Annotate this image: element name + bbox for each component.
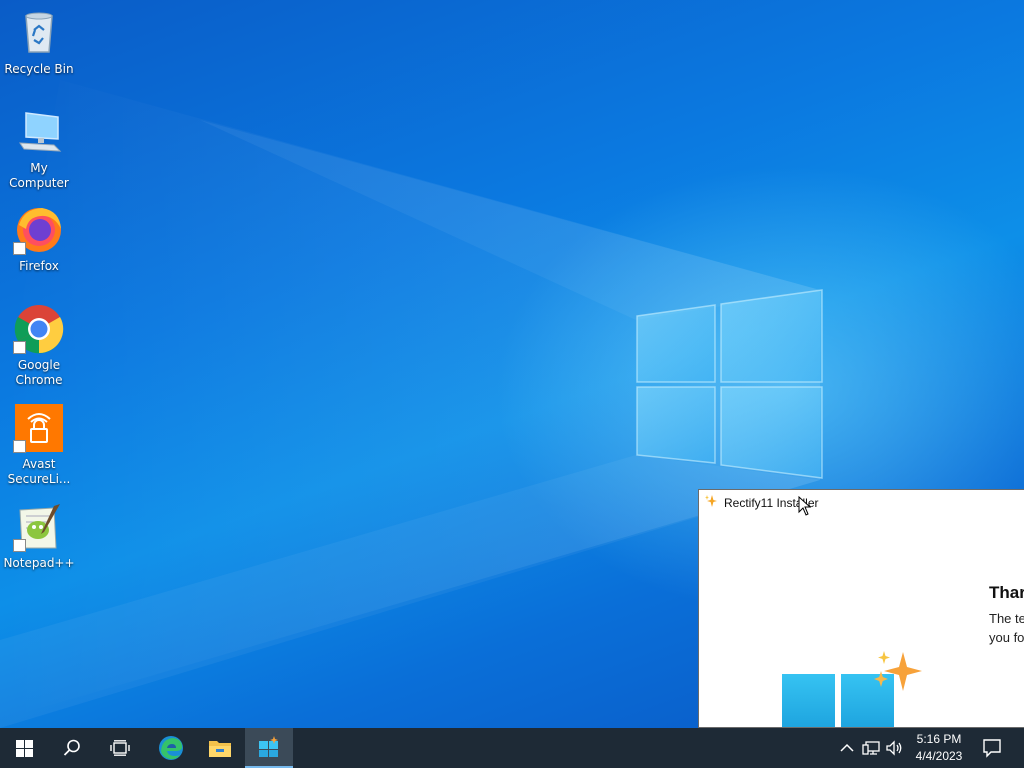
search-button[interactable] — [48, 728, 96, 768]
mouse-cursor-icon — [798, 496, 812, 516]
window-titlebar[interactable]: Rectify11 Installer — [699, 490, 1024, 515]
network-icon — [862, 741, 880, 755]
description-line: The te — [989, 611, 1024, 626]
taskbar-rectify11-installer[interactable] — [245, 728, 293, 768]
network-tray-button[interactable] — [862, 739, 880, 757]
show-hidden-icons-button[interactable] — [838, 739, 856, 757]
notification-icon — [983, 739, 1001, 758]
clock-date: 4/4/2023 — [915, 749, 963, 763]
desktop-icon-label: My Computer — [9, 161, 69, 190]
taskbar: 5:16 PM 4/4/2023 — [0, 728, 1024, 768]
task-view-icon — [110, 740, 130, 756]
desktop-icon-my-computer[interactable]: My Computer — [0, 107, 78, 191]
desktop-icon-label: Notepad++ — [3, 556, 75, 570]
desktop-icon-label: Google Chrome — [15, 358, 63, 387]
desktop-icon-recycle-bin[interactable]: Recycle Bin — [0, 8, 78, 77]
page-heading: Thar — [989, 583, 1024, 602]
clock-time: 5:16 PM — [916, 732, 962, 746]
recycle-bin-icon — [14, 8, 64, 58]
page-description: The te you fo — [989, 609, 1024, 647]
taskbar-clock[interactable]: 5:16 PM 4/4/2023 — [904, 731, 974, 765]
firefox-icon — [13, 205, 64, 255]
notepad-plus-plus-icon — [13, 502, 64, 552]
avast-secureline-icon — [13, 403, 64, 453]
shortcut-arrow-icon — [13, 440, 26, 453]
taskbar-file-explorer[interactable] — [196, 728, 244, 768]
edge-icon — [159, 736, 183, 760]
volume-icon — [886, 740, 902, 756]
start-button[interactable] — [0, 728, 48, 768]
shortcut-arrow-icon — [13, 539, 26, 552]
desktop-icon-label: Recycle Bin — [4, 62, 74, 76]
action-center-button[interactable] — [982, 738, 1002, 758]
shortcut-arrow-icon — [13, 341, 26, 354]
desktop-icon-label: Firefox — [19, 259, 59, 273]
desktop-icon-google-chrome[interactable]: Google Chrome — [0, 304, 78, 388]
volume-tray-button[interactable] — [886, 739, 904, 757]
computer-icon — [14, 107, 64, 157]
chrome-icon — [13, 304, 64, 354]
rectify11-installer-icon — [259, 736, 278, 757]
start-icon — [15, 739, 33, 757]
shortcut-arrow-icon — [13, 242, 26, 255]
desktop-icon-firefox[interactable]: Firefox — [0, 205, 78, 274]
description-line: you fo — [989, 630, 1024, 645]
logo-tile — [782, 674, 835, 727]
desktop-icon-notepad-plus-plus[interactable]: Notepad++ — [0, 502, 78, 571]
task-view-button[interactable] — [96, 728, 144, 768]
rectify11-installer-window[interactable]: Rectify11 Installer Thar The te you fo — [698, 489, 1024, 728]
sparkle-icon — [874, 651, 922, 691]
desktop-icon-label: Avast SecureLi... — [7, 457, 71, 486]
search-icon — [63, 739, 80, 756]
desktop-icon-avast-secureline[interactable]: Avast SecureLi... — [0, 403, 78, 487]
sparkle-icon — [704, 493, 718, 512]
taskbar-edge[interactable] — [147, 728, 195, 768]
chevron-up-icon — [840, 743, 854, 752]
file-explorer-icon — [209, 741, 231, 757]
